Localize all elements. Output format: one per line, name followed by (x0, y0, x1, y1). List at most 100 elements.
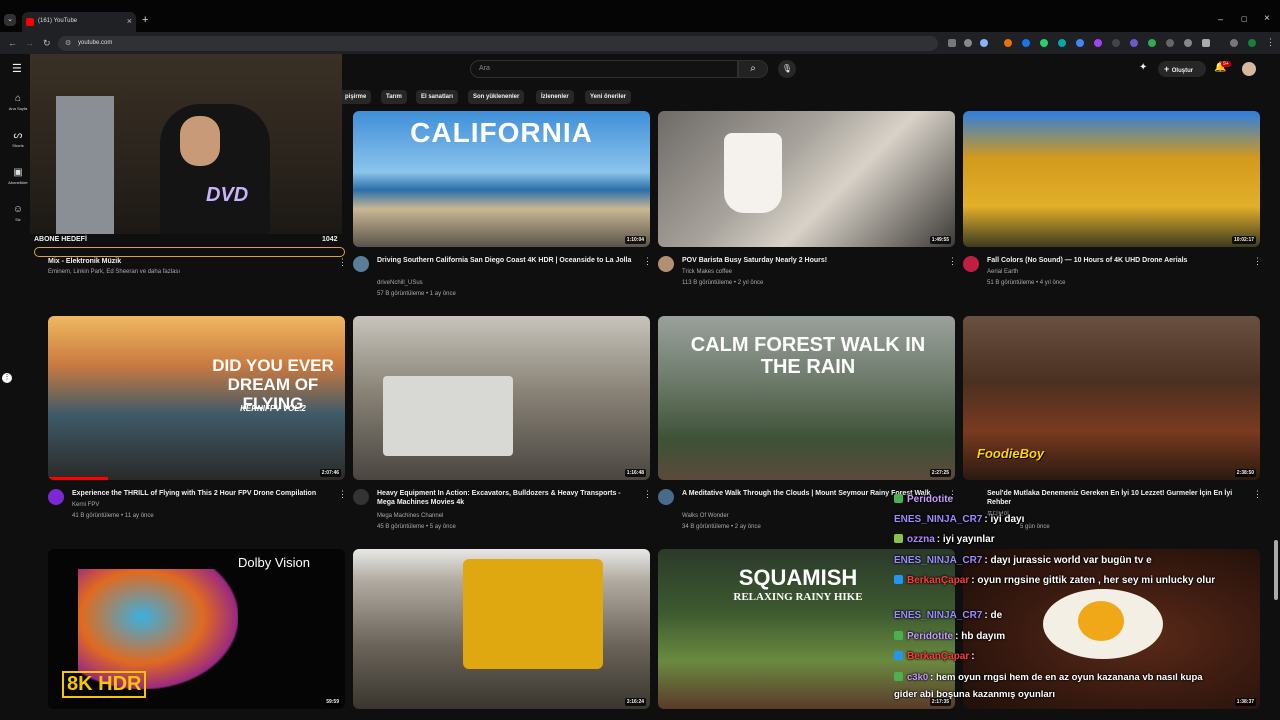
video-channel[interactable]: Walks Of Wonder (682, 512, 729, 520)
video-channel[interactable]: Kerni FPV (72, 501, 99, 509)
more-options-icon[interactable]: ⋮ (948, 256, 957, 267)
extension-icon[interactable] (1094, 39, 1102, 47)
video-channel[interactable]: Trick Makes coffee (682, 268, 732, 276)
subscriber-goal-label: ABONE HEDEFİ (34, 236, 87, 243)
more-options-icon[interactable]: ⋮ (643, 256, 652, 267)
extension-icon[interactable] (1040, 39, 1048, 47)
notification-badge: 9+ (1221, 61, 1231, 67)
sidebar-item-subscriptions[interactable]: ▣ Abonelikler (4, 167, 32, 185)
chat-message: ozzna: iyi yayınlar (894, 534, 995, 545)
thumbnail-title-text: SQUAMISH (738, 565, 858, 590)
extension-icon[interactable] (948, 39, 956, 47)
extension-icon[interactable] (1130, 39, 1138, 47)
extension-icon[interactable] (1148, 39, 1156, 47)
extension-icon[interactable] (1166, 39, 1174, 47)
address-bar[interactable]: ⚙ youtube.com (58, 36, 938, 51)
video-title[interactable]: Seul'de Mutlaka Denemeniz Gereken En İyi… (987, 489, 1249, 507)
chip-crafts[interactable]: El sanatları (416, 90, 459, 104)
sidebar-item-shorts[interactable]: ᔕ Shorts (4, 130, 32, 148)
chip-recent[interactable]: Son yüklenenler (468, 90, 525, 104)
video-thumbnail[interactable]: 3:16:24 (353, 549, 650, 709)
maximize-button[interactable]: ▢ (1241, 15, 1248, 23)
video-thumbnail[interactable]: 10:02:17 (963, 111, 1260, 247)
extensions-puzzle-icon[interactable] (1202, 39, 1210, 47)
create-button[interactable]: + Oluştur (1158, 61, 1206, 77)
video-thumbnail[interactable]: FoodieBoy 2:38:50 (963, 316, 1260, 480)
video-title[interactable]: Mix - Elektronik Müzik (48, 257, 328, 266)
extension-icon[interactable] (964, 39, 972, 47)
video-title[interactable]: Driving Southern California San Diego Co… (377, 256, 635, 265)
sidebar-item-you[interactable]: ☺ Siz (4, 204, 32, 222)
chat-nick: ENES_NINJA_CR7 (894, 555, 983, 566)
browser-tab[interactable]: (161) YouTube × (22, 12, 136, 32)
extension-icon[interactable] (1076, 39, 1084, 47)
chat-badge-icon (894, 575, 903, 584)
video-title[interactable]: POV Barista Busy Saturday Nearly 2 Hours… (682, 256, 942, 265)
sidebar-item-home[interactable]: ⌂ Ana Sayfa (4, 93, 32, 111)
more-options-icon[interactable]: ⋮ (338, 257, 347, 268)
avatar[interactable] (1242, 62, 1256, 76)
video-channel[interactable]: Eminem, Linkin Park, Ed Sheeran ve daha … (48, 268, 328, 276)
minimize-button[interactable]: – (1218, 14, 1223, 24)
browser-menu-icon[interactable]: ⋮ (1266, 37, 1275, 48)
close-tab-icon[interactable]: × (127, 16, 132, 26)
bookmark-star-icon[interactable] (980, 39, 988, 47)
chip-cooking[interactable]: pişirme (340, 90, 372, 104)
video-title[interactable]: Heavy Equipment In Action: Excavators, B… (377, 489, 639, 507)
channel-avatar[interactable] (963, 256, 979, 272)
video-channel[interactable]: driveNchill_USus (377, 279, 423, 287)
tab-title: (161) YouTube (38, 18, 78, 24)
thumbnail-title-text: CALM FOREST WALK IN THE RAIN (690, 334, 926, 378)
more-options-icon[interactable]: ⋮ (338, 489, 347, 500)
video-thumbnail[interactable]: 1:38:37 (963, 549, 1260, 709)
channel-avatar[interactable] (353, 256, 369, 272)
more-options-icon[interactable]: ⋮ (1253, 256, 1262, 267)
more-options-icon[interactable]: ⋮ (643, 489, 652, 500)
extension-icon[interactable] (1058, 39, 1066, 47)
extension-icon[interactable] (1022, 39, 1030, 47)
extension-icon[interactable] (1004, 39, 1012, 47)
search-input[interactable]: Ara (470, 60, 738, 78)
chat-text: : iyi yayınlar (936, 534, 995, 545)
excavator-image (383, 376, 513, 456)
extension-icon[interactable] (1184, 39, 1192, 47)
back-icon[interactable]: ← (8, 38, 17, 48)
new-tab-button[interactable]: + (142, 14, 148, 26)
forward-icon[interactable]: → (25, 38, 34, 48)
video-thumbnail[interactable]: CALM FOREST WALK IN THE RAIN 2:27:25 (658, 316, 955, 480)
home-icon: ⌂ (14, 93, 22, 104)
reload-icon[interactable]: ↻ (43, 38, 51, 49)
video-title[interactable]: Experience the THRILL of Flying with Thi… (72, 489, 334, 498)
sparkle-icon[interactable]: ✦ (1139, 62, 1147, 73)
hamburger-menu-icon[interactable]: ☰ (12, 62, 22, 75)
video-thumbnail[interactable]: DID YOU EVER DREAM OF FLYING KERNIFPV VO… (48, 316, 345, 480)
tab-list-button[interactable]: ⌄ (4, 14, 16, 26)
chip-watched[interactable]: İzlenenler (536, 90, 574, 104)
chip-agriculture[interactable]: Tarım (381, 90, 407, 104)
video-thumbnail[interactable]: CALIFORNIA 1:10:04 (353, 111, 650, 247)
extension-icon[interactable] (1230, 39, 1238, 47)
chat-nick: ENES_NINJA_CR7 (894, 610, 983, 621)
video-thumbnail[interactable]: 1:16:48 (353, 316, 650, 480)
channel-avatar[interactable] (353, 489, 369, 505)
video-thumbnail[interactable]: 1:49:55 (658, 111, 955, 247)
page-scrollbar[interactable] (1274, 540, 1278, 600)
profile-icon[interactable] (1248, 39, 1256, 47)
chat-badge-icon (894, 494, 903, 503)
channel-avatar[interactable] (658, 489, 674, 505)
video-channel[interactable]: Aerial Earth (987, 268, 1018, 276)
channel-avatar[interactable] (658, 256, 674, 272)
video-thumbnail[interactable]: SQUAMISH RELAXING RAINY HIKE 2:17:35 (658, 549, 955, 709)
site-info-icon[interactable]: ⚙ (65, 39, 71, 47)
extension-icon[interactable] (1112, 39, 1120, 47)
video-thumbnail[interactable]: Dolby Vision 8K HDR 59:59 (48, 549, 345, 709)
close-window-button[interactable]: × (1264, 13, 1270, 24)
more-options-icon[interactable]: ⋮ (1253, 489, 1262, 500)
voice-search-button[interactable]: 🎙 (778, 60, 796, 78)
video-title[interactable]: Fall Colors (No Sound) — 10 Hours of 4K … (987, 256, 1247, 265)
search-button[interactable]: ⌕ (738, 60, 768, 78)
info-icon[interactable]: ⋮ (2, 373, 12, 383)
chip-new[interactable]: Yeni öneriler (585, 90, 632, 104)
video-channel[interactable]: Mega Machines Channel (377, 512, 443, 520)
channel-avatar[interactable] (48, 489, 64, 505)
